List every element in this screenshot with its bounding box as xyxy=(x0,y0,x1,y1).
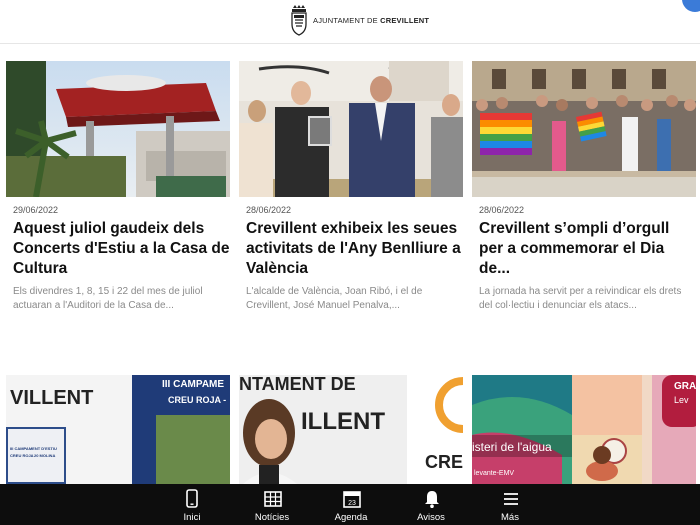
tab-mas-label: Más xyxy=(501,512,519,523)
lower-card-2-text-1: NTAMENT DE xyxy=(239,375,356,394)
tab-agenda[interactable]: 23 Agenda xyxy=(321,484,381,525)
lower-card-3-text-1: isteri de l'aigua xyxy=(472,440,552,454)
tab-avisos-label: Avisos xyxy=(417,512,445,523)
news-icon xyxy=(264,491,282,507)
lower-card-3-text-4: Lev xyxy=(674,395,689,405)
tab-agenda-label: Agenda xyxy=(334,512,368,523)
news-card-6[interactable]: isteri de l'aigua levante-EMV GRA Lev xyxy=(472,375,696,484)
news-image-3 xyxy=(472,61,696,197)
news-card-1[interactable]: 29/06/2022 Aquest juliol gaudeix dels Co… xyxy=(6,61,230,321)
lower-card-1-text-6: 20 MOLINA xyxy=(34,453,55,458)
news-card-2[interactable]: 28/06/2022 Crevillent exhibeix les seues… xyxy=(239,61,463,321)
corner-button[interactable] xyxy=(682,0,700,12)
tab-inici[interactable]: Inici xyxy=(162,484,222,525)
tab-noticies-label: Notícies xyxy=(254,512,290,523)
logo-prefix: AJUNTAMENT DE xyxy=(313,15,381,25)
news-card-4[interactable]: VILLENT III CAMPAME CREU ROJA - III CAMP… xyxy=(6,375,230,484)
lower-card-2-text-3: CRE xyxy=(425,452,463,472)
news-date-3: 28/06/2022 xyxy=(479,205,525,215)
news-image-5: NTAMENT DE ILLENT CRE xyxy=(239,375,463,484)
calendar-icon: 23 xyxy=(343,491,361,508)
tab-mas[interactable]: Más xyxy=(480,484,540,525)
app-header: AJUNTAMENT DE CREVILLENT xyxy=(0,0,700,44)
lower-card-1-text-1: VILLENT xyxy=(10,387,93,409)
menu-icon xyxy=(504,493,518,505)
lower-card-3-text-2: levante-EMV xyxy=(474,470,514,477)
lower-card-1-text-5: CREU ROJA xyxy=(10,453,34,458)
news-image-6: isteri de l'aigua levante-EMV GRA Lev xyxy=(472,375,696,484)
news-excerpt-1: Els divendres 1, 8, 15 i 22 del mes de j… xyxy=(13,286,203,311)
news-title-1[interactable]: Aquest juliol gaudeix dels Concerts d'Es… xyxy=(13,219,231,279)
tab-avisos[interactable]: Avisos xyxy=(401,484,461,525)
news-title-2[interactable]: Crevillent exhibeix les seues activitats… xyxy=(246,219,464,279)
phone-icon xyxy=(186,489,198,508)
news-date-2: 28/06/2022 xyxy=(246,205,292,215)
logo-text: AJUNTAMENT DE CREVILLENT xyxy=(313,16,429,25)
news-image-1 xyxy=(6,61,230,197)
calendar-day: 23 xyxy=(348,500,356,507)
tab-noticies[interactable]: Notícies xyxy=(242,484,302,525)
lower-card-1-text-4: III CAMPAMENT D'ESTIU xyxy=(10,446,57,451)
news-card-3[interactable]: 28/06/2022 Crevillent s’ompli d’orgull p… xyxy=(472,61,696,321)
bell-icon xyxy=(425,491,439,508)
lower-card-2-text-2: ILLENT xyxy=(301,408,385,435)
logo-name: CREVILLENT xyxy=(380,15,430,25)
news-title-3[interactable]: Crevillent s’ompli d’orgull per a commem… xyxy=(479,219,697,279)
news-image-2 xyxy=(239,61,463,197)
lower-card-1-text-2: III CAMPAME xyxy=(162,379,224,390)
tab-inici-label: Inici xyxy=(183,512,201,523)
news-card-5[interactable]: NTAMENT DE ILLENT CRE xyxy=(239,375,463,484)
bottom-tab-bar: Inici Notícies 23 Agenda Avisos Más xyxy=(0,484,700,525)
lower-card-1-text-3: CREU ROJA - xyxy=(168,395,226,405)
news-date-1: 29/06/2022 xyxy=(13,205,59,215)
city-logo[interactable]: AJUNTAMENT DE CREVILLENT xyxy=(289,4,429,36)
coat-of-arms-icon xyxy=(291,5,307,36)
news-excerpt-3: La jornada ha servit per a reivindicar e… xyxy=(479,286,682,311)
news-image-4: VILLENT III CAMPAME CREU ROJA - III CAMP… xyxy=(6,375,230,484)
news-excerpt-2: L'alcalde de València, Joan Ribó, i el d… xyxy=(246,286,423,311)
lower-card-3-text-3: GRA xyxy=(674,381,696,392)
